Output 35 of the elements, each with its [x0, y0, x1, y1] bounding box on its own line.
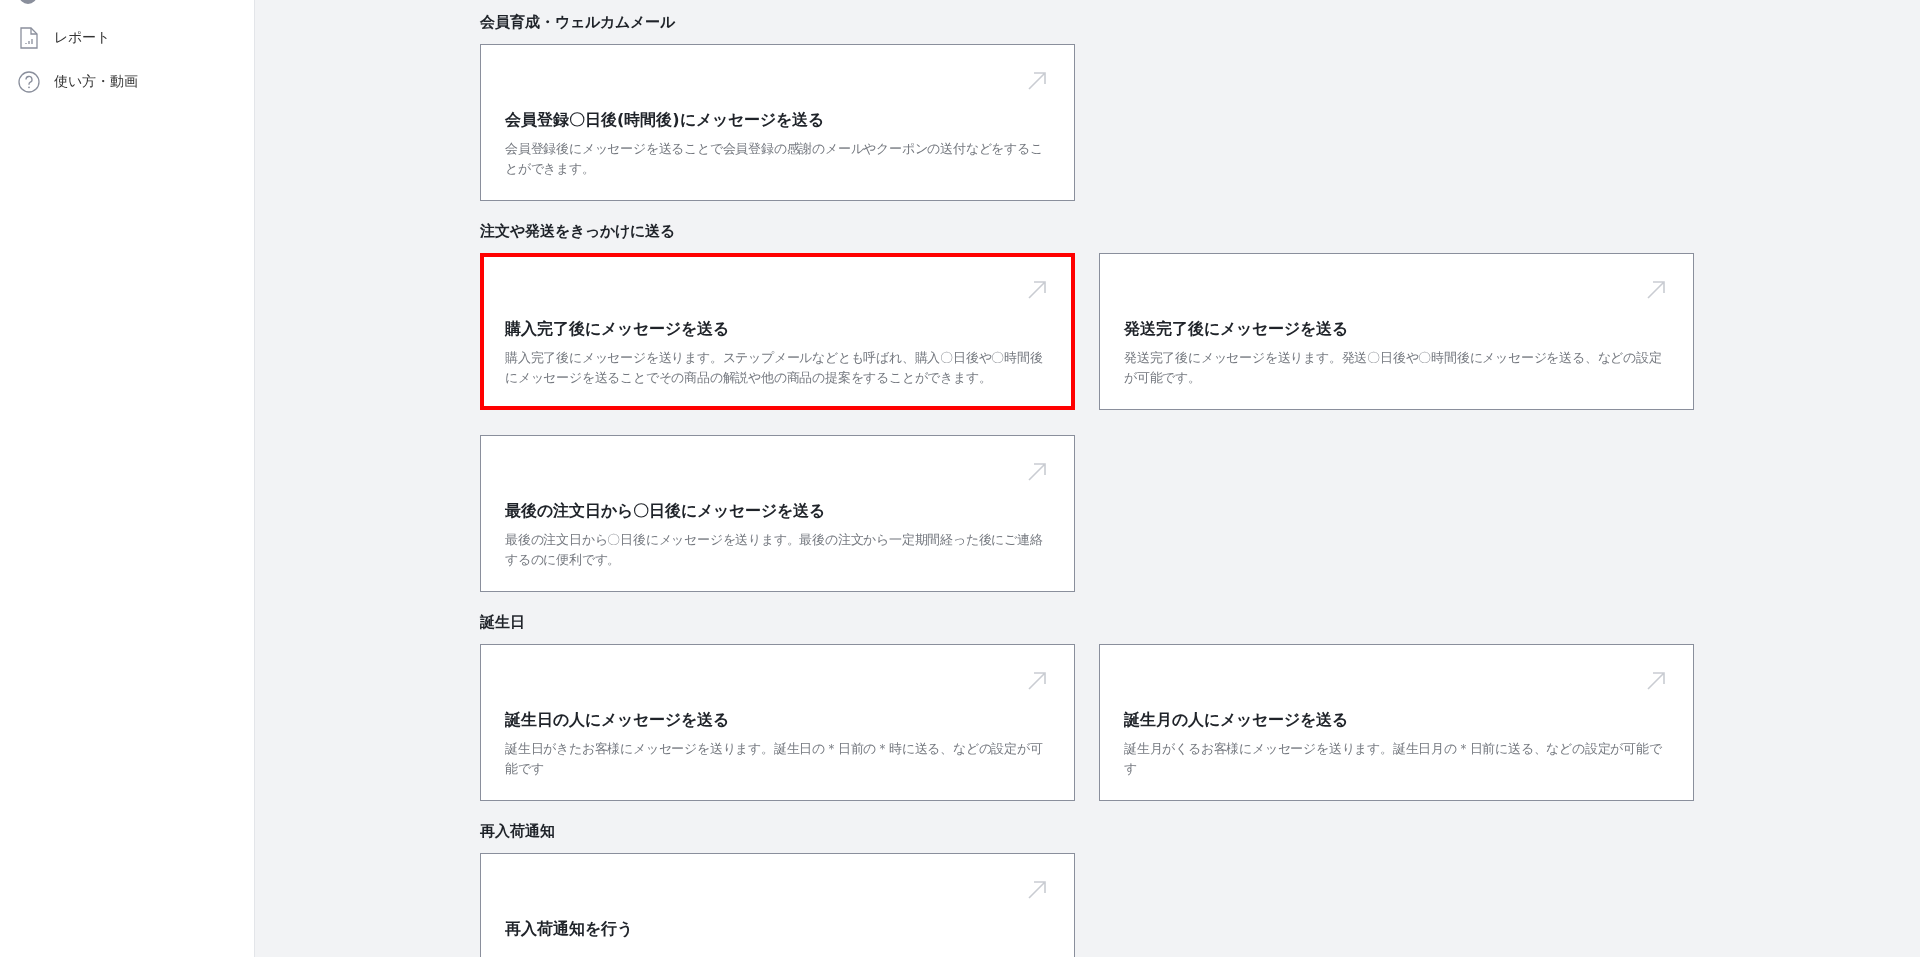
- arrow-icon: [1027, 462, 1047, 482]
- message-card[interactable]: 発送完了後にメッセージを送る 発送完了後にメッセージを送ります。発送〇日後や〇時間後にメッセージを送る、などの設定が可能です。: [1099, 253, 1694, 410]
- section-heading: 注文や発送をきっかけに送る: [480, 221, 676, 241]
- card-description: 最後の注文日から〇日後にメッセージを送ります。最後の注文から一定期間経った後にご連絡するのに便利です。: [505, 531, 1044, 569]
- card-description: 誕生日がきたお客様にメッセージを送ります。誕生日の＊日前の＊時に送る、などの設定が可能です: [505, 740, 1044, 778]
- card-title: 会員登録〇日後(時間後)にメッセージを送る: [505, 109, 825, 131]
- card-title: 再入荷通知を行う: [505, 918, 634, 940]
- message-card[interactable]: 誕生日の人にメッセージを送る 誕生日がきたお客様にメッセージを送ります。誕生日の＊日前の＊時に送る、などの設定が可能です: [480, 644, 1075, 801]
- sidebar-item[interactable]: レポート: [54, 29, 110, 47]
- section-heading: 再入荷通知: [480, 821, 556, 841]
- card-title: 最後の注文日から〇日後にメッセージを送る: [505, 500, 826, 522]
- card-description: 発送完了後にメッセージを送ります。発送〇日後や〇時間後にメッセージを送る、などの設定が可能です。: [1124, 349, 1663, 387]
- message-card[interactable]: 再入荷通知を行う: [480, 853, 1075, 957]
- arrow-icon: [1027, 71, 1047, 91]
- card-description: 購入完了後にメッセージを送ります。ステップメールなどとも呼ばれ、購入〇日後や〇時間後にメッセージを送ることでその商品の解説や他の商品の提案をすることができます。: [505, 349, 1044, 387]
- card-title: 発送完了後にメッセージを送る: [1124, 318, 1349, 340]
- card-description: 誕生月がくるお客様にメッセージを送ります。誕生日月の＊日前に送る、などの設定が可能です: [1124, 740, 1663, 778]
- sidebar-item[interactable]: 使い方・動画: [54, 73, 138, 91]
- message-card[interactable]: 誕生月の人にメッセージを送る 誕生月がくるお客様にメッセージを送ります。誕生日月の＊日前に送る、などの設定が可能です: [1099, 644, 1694, 801]
- message-card[interactable]: 購入完了後にメッセージを送る 購入完了後にメッセージを送ります。ステップメールなどとも呼ばれ、購入〇日後や〇時間後にメッセージを送ることでその商品の解説や他の商品の提案をすることができます。: [480, 253, 1075, 410]
- message-card[interactable]: 会員登録〇日後(時間後)にメッセージを送る 会員登録後にメッセージを送ることで会員登録の感謝のメールやクーポンの送付などをすることができます。: [480, 44, 1075, 201]
- section-heading: 会員育成・ウェルカムメール: [480, 12, 676, 32]
- arrow-icon: [1027, 671, 1047, 691]
- card-title: 誕生月の人にメッセージを送る: [1124, 709, 1349, 731]
- arrow-icon: [1027, 880, 1047, 900]
- report-document-icon: [20, 27, 38, 49]
- card-title: 購入完了後にメッセージを送る: [505, 318, 730, 340]
- message-card[interactable]: 最後の注文日から〇日後にメッセージを送る 最後の注文日から〇日後にメッセージを送ります。最後の注文から一定期間経った後にご連絡するのに便利です。: [480, 435, 1075, 592]
- arrow-icon: [1027, 280, 1047, 300]
- section-heading: 誕生日: [480, 612, 526, 632]
- card-title: 誕生日の人にメッセージを送る: [505, 709, 730, 731]
- arrow-icon: [1646, 671, 1666, 691]
- card-description: 会員登録後にメッセージを送ることで会員登録の感謝のメールやクーポンの送付などをすることができます。: [505, 140, 1044, 178]
- help-icon: [18, 71, 40, 93]
- arrow-icon: [1646, 280, 1666, 300]
